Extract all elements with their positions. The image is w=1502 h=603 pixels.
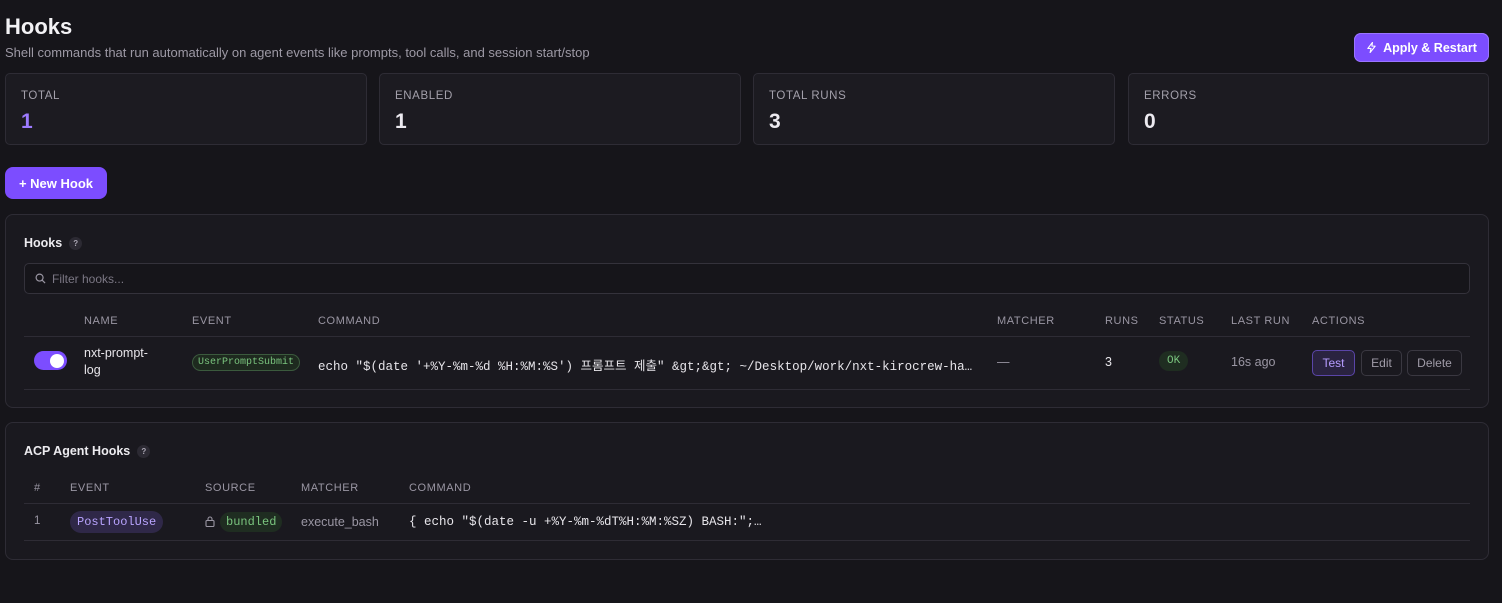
col-last-run: LAST RUN xyxy=(1231,315,1290,327)
source-badge: bundled xyxy=(220,512,283,532)
stat-value: 1 xyxy=(21,110,33,133)
edit-button[interactable]: Edit xyxy=(1361,350,1402,376)
col-status: STATUS xyxy=(1159,315,1205,327)
apply-restart-label: Apply & Restart xyxy=(1383,40,1477,55)
col-event: EVENT xyxy=(70,482,110,494)
delete-button[interactable]: Delete xyxy=(1407,350,1462,376)
apply-restart-button[interactable]: Apply & Restart xyxy=(1354,33,1489,62)
acp-panel-title: ACP Agent Hooks ? xyxy=(24,444,151,458)
col-name: NAME xyxy=(84,315,119,327)
filter-hooks-field xyxy=(24,263,1470,294)
lightning-icon xyxy=(1367,42,1376,53)
acp-panel-title-text: ACP Agent Hooks xyxy=(24,444,131,458)
hooks-panel-title: Hooks ? xyxy=(24,236,83,250)
row-divider xyxy=(24,540,1470,541)
page-title: Hooks xyxy=(5,14,73,39)
col-index: # xyxy=(34,482,41,494)
lock-icon xyxy=(205,516,215,527)
stat-label: ERRORS xyxy=(1144,90,1197,102)
col-runs: RUNS xyxy=(1105,315,1139,327)
col-command: COMMAND xyxy=(409,482,472,494)
col-command: COMMAND xyxy=(318,315,381,327)
event-badge: UserPromptSubmit xyxy=(192,354,301,371)
help-icon[interactable]: ? xyxy=(137,444,151,458)
new-hook-button[interactable]: + New Hook xyxy=(5,167,107,199)
status-badge: OK xyxy=(1159,351,1189,371)
col-matcher: MATCHER xyxy=(301,482,359,494)
search-icon xyxy=(35,273,46,284)
stat-label: TOTAL RUNS xyxy=(769,90,847,102)
hook-name: nxt-prompt- log xyxy=(84,345,148,379)
stat-value: 3 xyxy=(769,110,781,133)
hook-command: echo "$(date '+%Y-%m-%d %H:%M:%S') 프롬프트 … xyxy=(318,360,973,374)
row-divider xyxy=(24,389,1470,390)
hooks-panel: Hooks ? NAME EVENT COMMAND MATCHER RUNS … xyxy=(5,214,1489,408)
acp-command: { echo "$(date -u +%Y-%m-%dT%H:%M:%SZ) B… xyxy=(409,515,762,529)
hooks-panel-title-text: Hooks xyxy=(24,236,63,250)
stat-card-total-runs: TOTAL RUNS 3 xyxy=(753,73,1115,145)
stat-value: 0 xyxy=(1144,110,1156,133)
help-icon[interactable]: ? xyxy=(69,236,83,250)
hook-name-line2: log xyxy=(84,363,101,377)
event-badge: PostToolUse xyxy=(70,511,164,533)
stat-card-total: TOTAL 1 xyxy=(5,73,367,145)
stat-card-errors: ERRORS 0 xyxy=(1128,73,1489,145)
stat-label: ENABLED xyxy=(395,90,453,102)
hook-name-line1: nxt-prompt- xyxy=(84,346,148,360)
header-divider xyxy=(24,336,1470,337)
col-source: SOURCE xyxy=(205,482,256,494)
page-subtitle: Shell commands that run automatically on… xyxy=(5,45,590,60)
hook-matcher: — xyxy=(997,355,1010,369)
stat-value: 1 xyxy=(395,110,407,133)
filter-hooks-input[interactable] xyxy=(52,271,1452,286)
acp-matcher: execute_bash xyxy=(301,515,379,529)
enabled-toggle[interactable] xyxy=(34,351,67,370)
acp-agent-hooks-panel: ACP Agent Hooks ? # EVENT SOURCE MATCHER… xyxy=(5,422,1489,560)
hook-runs: 3 xyxy=(1105,355,1112,369)
col-actions: ACTIONS xyxy=(1312,315,1366,327)
col-matcher: MATCHER xyxy=(997,315,1055,327)
stat-card-enabled: ENABLED 1 xyxy=(379,73,741,145)
row-index: 1 xyxy=(34,515,41,527)
header-divider xyxy=(24,503,1470,504)
hook-last-run: 16s ago xyxy=(1231,355,1276,369)
stat-label: TOTAL xyxy=(21,90,60,102)
col-event: EVENT xyxy=(192,315,232,327)
test-button[interactable]: Test xyxy=(1312,350,1355,376)
